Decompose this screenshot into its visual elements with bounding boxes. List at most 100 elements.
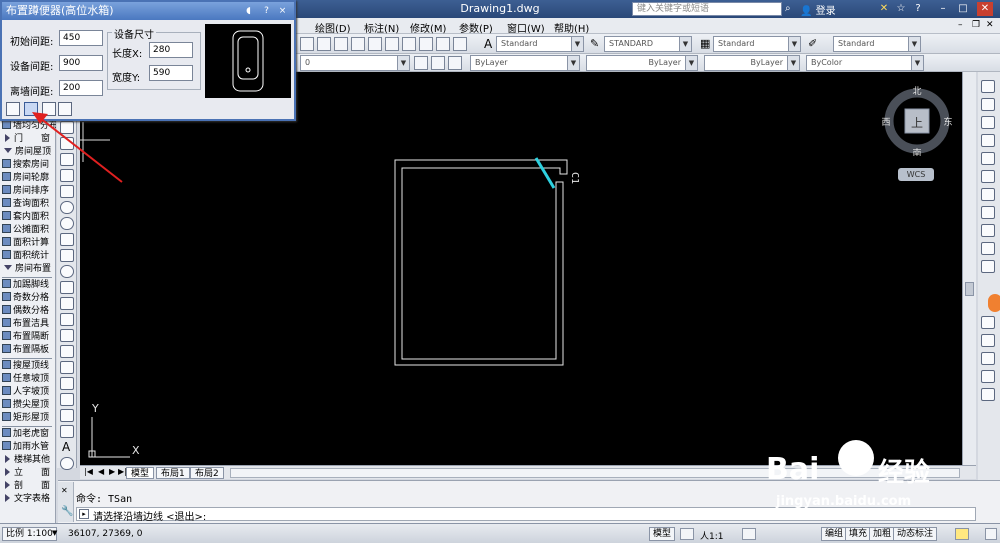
tab-model[interactable]: 模型: [126, 467, 155, 479]
maximize-button[interactable]: □: [955, 2, 971, 16]
layer-combo[interactable]: 0 ▼: [300, 55, 410, 71]
panel-item[interactable]: 面积计算: [2, 237, 56, 249]
panel-item[interactable]: 立 面: [2, 467, 56, 479]
circle-tool-icon[interactable]: [60, 217, 74, 230]
trim-tool-icon[interactable]: [981, 242, 995, 255]
dim-style-combo[interactable]: STANDARD ▼: [604, 36, 692, 52]
extend-tool-icon[interactable]: [981, 260, 995, 273]
break-tool-icon[interactable]: [981, 316, 995, 329]
region-tool-icon[interactable]: [60, 377, 74, 390]
group-toggle[interactable]: 编组: [821, 527, 848, 541]
move-tool-icon[interactable]: [981, 170, 995, 183]
ellipse-tool-icon[interactable]: [60, 265, 74, 278]
command-window-handle[interactable]: ✕ 🔧: [58, 482, 74, 522]
exchange-icon[interactable]: ✕: [876, 2, 892, 16]
layout-icon[interactable]: [680, 528, 694, 540]
panel-item[interactable]: 搜屋顶线: [2, 360, 56, 372]
menu-draw[interactable]: 绘图(D): [315, 20, 351, 35]
menu-dimension[interactable]: 标注(N): [364, 20, 399, 35]
rotate-tool-icon[interactable]: [981, 188, 995, 201]
revcloud-tool-icon[interactable]: [60, 233, 74, 246]
panel-item[interactable]: 套内面积: [2, 211, 56, 223]
tab-layout2[interactable]: 布局2: [190, 467, 224, 479]
lineweight-combo[interactable]: ByLayer ▼: [704, 55, 800, 71]
vertical-scrollbar[interactable]: [962, 72, 976, 465]
compass-south[interactable]: 南: [912, 147, 921, 159]
table-tool-icon[interactable]: [60, 393, 74, 406]
help-icon[interactable]: ?: [910, 2, 926, 16]
panel-item[interactable]: 加雨水管: [2, 441, 56, 453]
dialog-help-button[interactable]: ?: [260, 5, 273, 17]
panel-item[interactable]: 文字表格: [2, 493, 56, 505]
mtext-tool-icon[interactable]: A: [62, 440, 70, 454]
panel-item[interactable]: 矩形屋顶: [2, 412, 56, 424]
chamfer-tool-icon[interactable]: [981, 352, 995, 365]
tab-layout1[interactable]: 布局1: [156, 467, 190, 479]
compass-east[interactable]: 东: [943, 116, 952, 128]
scroll-thumb[interactable]: [965, 282, 974, 296]
drawing-canvas[interactable]: C1 Y X: [80, 72, 962, 465]
layer-prev-icon[interactable]: [414, 56, 428, 70]
array-tool-icon[interactable]: [981, 152, 995, 165]
panel-item[interactable]: 任意坡顶: [2, 373, 56, 385]
panel-item[interactable]: 加老虎窗: [2, 428, 56, 440]
multileader-style-combo[interactable]: Standard ▼: [833, 36, 921, 52]
tab-prev-icon[interactable]: ◀: [98, 467, 104, 476]
panel-item[interactable]: 剖 面: [2, 480, 56, 492]
menu-help[interactable]: 帮助(H): [554, 20, 589, 35]
doc-minimize-button[interactable]: –: [958, 20, 963, 30]
tool-icon-5[interactable]: [368, 37, 382, 51]
panel-item[interactable]: 房间布置: [2, 263, 56, 275]
add-selected-icon[interactable]: [60, 457, 74, 470]
tab-next-icon[interactable]: ▶: [109, 467, 115, 476]
copy-tool-icon[interactable]: [981, 98, 995, 111]
annotation-scale[interactable]: 人1:1: [700, 529, 724, 542]
wrench-icon[interactable]: 🔧: [61, 506, 73, 517]
annotation-visibility-icon[interactable]: [742, 528, 756, 540]
floating-helper-icon[interactable]: [988, 294, 1000, 312]
panel-item[interactable]: 面积统计: [2, 250, 56, 262]
panel-item[interactable]: 布置隔断: [2, 331, 56, 343]
erase-tool-icon[interactable]: [981, 80, 995, 93]
width-y-input[interactable]: 590: [149, 65, 193, 81]
mirror-tool-icon[interactable]: [981, 116, 995, 129]
image-tool-icon[interactable]: [60, 409, 74, 422]
hatch-tool-icon[interactable]: [60, 345, 74, 358]
hatch-toggle[interactable]: 填充: [845, 527, 872, 541]
table-style-combo[interactable]: Standard ▼: [713, 36, 801, 52]
login-button[interactable]: 👤 登录: [800, 2, 836, 17]
join-tool-icon[interactable]: [981, 334, 995, 347]
arc-tool-icon[interactable]: [60, 201, 74, 214]
wcs-menu[interactable]: WCS: [898, 168, 934, 181]
point-tool-icon[interactable]: [60, 329, 74, 342]
scale-selector[interactable]: 比例 1:100: [2, 527, 57, 541]
panel-item[interactable]: 加踢脚线: [2, 279, 56, 291]
tool-icon-8[interactable]: [419, 37, 433, 51]
compass-north[interactable]: 北: [912, 86, 921, 97]
panel-item[interactable]: 布置洁具: [2, 318, 56, 330]
make-block-icon[interactable]: [60, 313, 74, 326]
ellipse-arc-tool-icon[interactable]: [60, 281, 74, 294]
model-space-button[interactable]: 模型: [649, 527, 676, 541]
menu-window[interactable]: 窗口(W): [507, 20, 545, 35]
chevron-down-icon[interactable]: ▼: [52, 529, 57, 537]
search-icon[interactable]: ⌕: [785, 3, 791, 14]
doc-restore-button[interactable]: ❐: [972, 20, 980, 30]
viewcube-top-face[interactable]: 上: [911, 116, 923, 130]
layer-manager-icon[interactable]: [448, 56, 462, 70]
explode-tool-icon[interactable]: [981, 388, 995, 401]
viewcube[interactable]: 上 北 南 东 西: [881, 86, 952, 159]
dialog-close-button[interactable]: ×: [276, 5, 289, 17]
menu-parameter[interactable]: 参数(P): [459, 20, 493, 35]
close-icon[interactable]: ✕: [61, 486, 68, 495]
tool-icon-3[interactable]: [334, 37, 348, 51]
panel-item[interactable]: 楼梯其他: [2, 454, 56, 466]
compass-west[interactable]: 西: [881, 117, 891, 128]
lightbulb-icon[interactable]: [955, 528, 969, 540]
panel-item[interactable]: 奇数分格: [2, 292, 56, 304]
scale-tool-icon[interactable]: [981, 206, 995, 219]
linetype-combo[interactable]: ByLayer ▼: [586, 55, 698, 71]
dynamic-dim-toggle[interactable]: 动态标注: [893, 527, 938, 541]
insert-block-icon[interactable]: [60, 297, 74, 310]
layer-make-current-icon[interactable]: [431, 56, 445, 70]
